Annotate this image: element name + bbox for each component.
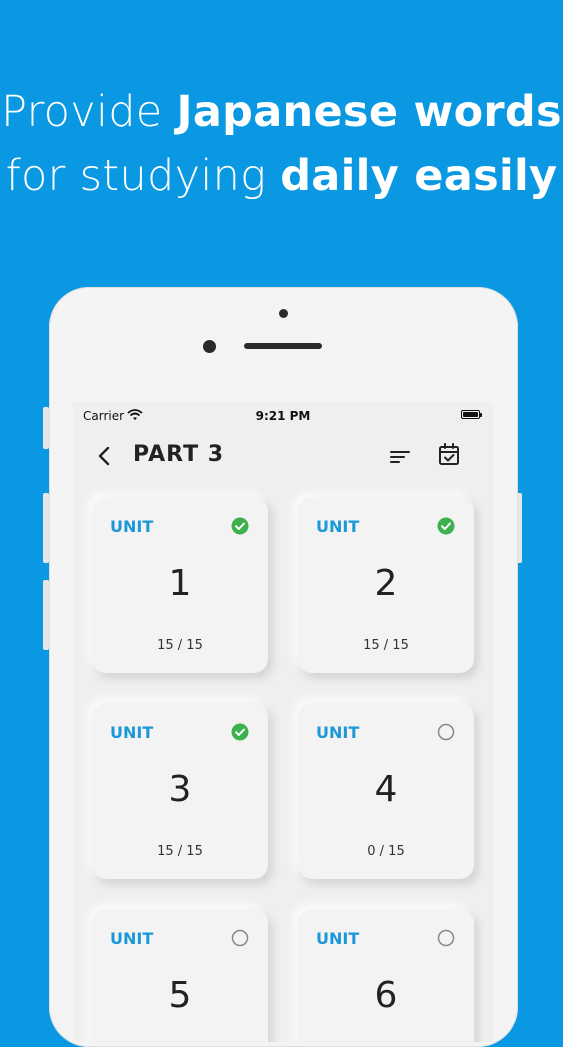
chevron-left-icon — [98, 446, 110, 466]
status-time: 9:21 PM — [255, 409, 311, 423]
unit-progress: 15 / 15 — [157, 638, 203, 653]
unit-card-2[interactable]: UNIT 2 15 / 15 — [298, 497, 474, 673]
unit-number: 1 — [168, 563, 192, 604]
completed-check-icon — [231, 517, 249, 535]
calendar-check-icon — [439, 443, 459, 465]
sort-button[interactable] — [387, 444, 413, 470]
unit-label: UNIT — [110, 723, 154, 742]
unit-progress: 15 / 15 — [157, 844, 203, 859]
back-button[interactable] — [91, 442, 119, 470]
unit-progress: 15 / 15 — [363, 638, 409, 653]
phone-speaker — [244, 343, 322, 349]
unit-label: UNIT — [110, 929, 154, 948]
headline-bold-1: Japanese words — [176, 87, 562, 137]
headline-line-1: Provide Japanese words — [0, 80, 563, 144]
nav-bar: PART 3 — [73, 432, 493, 482]
headline-bold-2: daily easily — [280, 151, 558, 201]
unit-label: UNIT — [316, 723, 360, 742]
pending-circle-icon — [437, 929, 455, 947]
unit-card-6[interactable]: UNIT 6 — [298, 909, 474, 1042]
headline-light-2: for studying — [5, 151, 281, 201]
headline-light-1: Provide — [1, 87, 177, 137]
phone-camera — [203, 340, 216, 353]
phone-sensor — [279, 309, 288, 318]
unit-number: 4 — [374, 769, 398, 810]
unit-label: UNIT — [316, 929, 360, 948]
unit-card-4[interactable]: UNIT 4 0 / 15 — [298, 703, 474, 879]
headline-line-2: for studying daily easily — [0, 144, 563, 208]
unit-card-5[interactable]: UNIT 5 — [92, 909, 268, 1042]
pending-circle-icon — [231, 929, 249, 947]
pending-circle-icon — [437, 723, 455, 741]
sort-icon — [390, 451, 410, 463]
calendar-button[interactable] — [436, 442, 462, 468]
unit-progress: 0 / 15 — [367, 844, 405, 859]
unit-label: UNIT — [110, 517, 154, 536]
unit-card-3[interactable]: UNIT 3 15 / 15 — [92, 703, 268, 879]
phone-screen: Carrier 9:21 PM PART 3 UNIT 1 15 / 15 UN… — [73, 402, 493, 1042]
unit-number: 3 — [168, 769, 192, 810]
unit-card-1[interactable]: UNIT 1 15 / 15 — [92, 497, 268, 673]
promo-headline: Provide Japanese words for studying dail… — [0, 80, 563, 208]
battery-icon — [461, 410, 482, 419]
status-bar: Carrier 9:21 PM — [73, 402, 493, 428]
completed-check-icon — [437, 517, 455, 535]
completed-check-icon — [231, 723, 249, 741]
page-title: PART 3 — [133, 442, 225, 467]
unit-label: UNIT — [316, 517, 360, 536]
unit-number: 2 — [374, 563, 398, 604]
unit-number: 5 — [168, 975, 192, 1016]
unit-number: 6 — [374, 975, 398, 1016]
